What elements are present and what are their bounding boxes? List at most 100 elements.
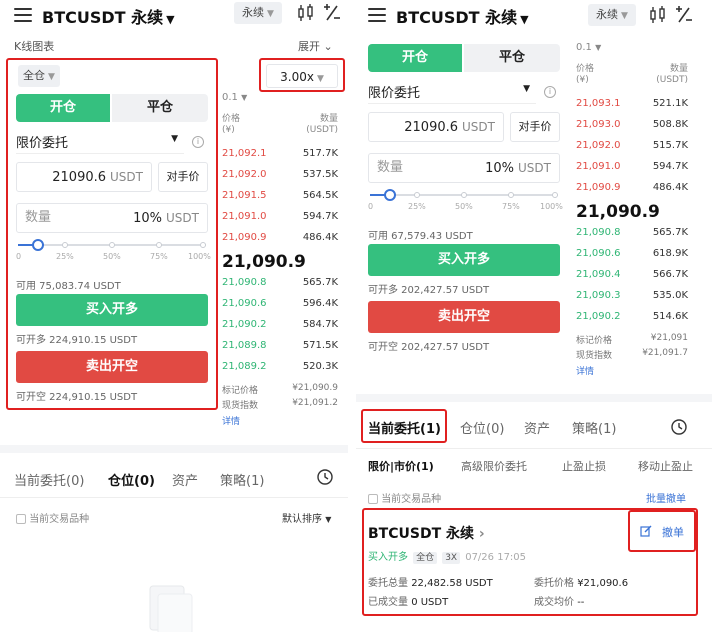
subtab-advanced-limit[interactable]: 高级限价委托 xyxy=(461,458,527,474)
leverage-select[interactable]: 3.00x ▼ xyxy=(266,64,338,88)
subtab-trailing-stop[interactable]: 移动止盈止 xyxy=(638,458,693,474)
margin-mode-select[interactable]: 全仓 ▼ xyxy=(18,65,60,87)
chevron-down-icon: ⌄ xyxy=(323,40,333,53)
quantity-input[interactable]: 数量 10% USDT xyxy=(16,203,208,233)
symbol-title[interactable]: BTCUSDT 永续 ▼ xyxy=(42,4,175,28)
calculator-icon[interactable] xyxy=(674,5,694,25)
last-price: 21,090.9 xyxy=(576,202,660,222)
info-icon[interactable]: i xyxy=(544,86,556,98)
order-time: 07/26 17:05 xyxy=(465,552,527,563)
slider-handle[interactable] xyxy=(32,239,44,251)
order-type-select[interactable]: 限价委托 ▼ xyxy=(16,132,184,154)
sell-open-short-button[interactable]: 卖出开空 xyxy=(16,351,208,383)
chevron-down-icon: ▼ xyxy=(171,134,178,144)
calculator-icon[interactable] xyxy=(322,3,342,23)
buy-open-long-button[interactable]: 买入开多 xyxy=(368,244,560,276)
mark-price-row: 标记价格 ¥21,090.9 xyxy=(222,383,338,396)
menu-icon[interactable] xyxy=(368,8,386,22)
expand-button[interactable]: 展开 ⌄ xyxy=(298,38,333,54)
current-symbol-filter[interactable]: 当前交易品种 xyxy=(16,510,89,525)
buy-open-long-button[interactable]: 买入开多 xyxy=(16,294,208,326)
order-side: 买入开多 xyxy=(368,552,408,563)
quantity-input[interactable]: 数量 10% USDT xyxy=(368,153,560,183)
right-screenshot: BTCUSDT 永续 ▼ 永续 ▼ 开仓 平仓 限价委托 ▼ i 21090.6 US… xyxy=(356,0,712,632)
price-input[interactable]: 21090.6 USDT xyxy=(368,112,504,142)
tab-close[interactable]: 平仓 xyxy=(112,94,208,122)
tab-open[interactable]: 开仓 xyxy=(368,44,462,72)
position-tabs: 当前委托(0) 仓位(0) 资产 策略(1) xyxy=(14,470,344,490)
chevron-down-icon: ▼ xyxy=(241,93,248,102)
order-tags: 买入开多 全仓 3X 07/26 17:05 xyxy=(368,545,526,564)
precision-select[interactable]: 0.1 ▼ xyxy=(576,42,601,53)
tab-open[interactable]: 开仓 xyxy=(16,94,110,122)
candlestick-icon[interactable] xyxy=(648,5,668,25)
can-open-short: 可开空 224,910.15 USDT xyxy=(16,392,138,403)
cancel-order-button[interactable]: 撤单 xyxy=(662,524,684,540)
tab-strategies[interactable]: 策略(1) xyxy=(572,418,616,437)
order-leverage: 3X xyxy=(442,552,461,564)
chevron-right-icon: › xyxy=(478,526,485,542)
slider-handle[interactable] xyxy=(384,189,396,201)
counter-price-button[interactable]: 对手价 xyxy=(510,112,560,142)
order-price: 委托价格 ¥21,090.6 xyxy=(534,578,629,589)
orderbook: 0.1 ▼ 价格 (¥) 数量 (USDT) 21,093.1 521.1K 21,0… xyxy=(576,42,688,377)
tab-positions[interactable]: 仓位(0) xyxy=(108,470,155,489)
tab-current-orders[interactable]: 当前委托(1) xyxy=(368,418,441,437)
symbol-title[interactable]: BTCUSDT 永续 ▼ xyxy=(396,4,529,28)
sell-open-short-button[interactable]: 卖出开空 xyxy=(368,301,560,333)
menu-icon[interactable] xyxy=(14,8,32,22)
order-type-select[interactable]: 限价委托 ▼ xyxy=(368,82,536,104)
info-icon[interactable]: i xyxy=(192,136,204,148)
kline-label: K线图表 xyxy=(14,40,55,53)
tab-strategies[interactable]: 策略(1) xyxy=(220,470,264,489)
order-avg-price: 成交均价 -- xyxy=(534,597,585,608)
order-amount: 委托总量 22,482.58 USDT xyxy=(368,578,493,589)
sort-select[interactable]: 默认排序 ▼ xyxy=(282,510,331,525)
order-subtabs: 限价|市价(1) 高级限价委托 止盈止损 移动止盈止 xyxy=(368,458,712,476)
price-header: 价格 (¥) xyxy=(576,64,595,85)
order-filled: 已成交量 0 USDT xyxy=(368,597,449,608)
details-link[interactable]: 详情 xyxy=(576,364,594,377)
quantity-slider[interactable]: 0 25% 50% 75% 100% xyxy=(368,188,563,212)
qty-header: 数量 (USDT) xyxy=(306,114,338,135)
subtab-limit-market[interactable]: 限价|市价(1) xyxy=(368,458,434,474)
candlestick-icon[interactable] xyxy=(296,3,316,23)
chevron-down-icon: ▼ xyxy=(316,74,324,84)
chevron-down-icon: ▼ xyxy=(166,13,175,26)
order-symbol[interactable]: BTCUSDT 永续 › xyxy=(368,523,485,543)
chevron-down-icon: ▼ xyxy=(325,515,332,524)
orderbook: 0.1 ▼ 价格 (¥) 数量 (USDT) 21,092.1 517.7K 21,0… xyxy=(222,92,338,427)
checkbox-icon[interactable] xyxy=(16,514,26,524)
subtab-tp-sl[interactable]: 止盈止损 xyxy=(562,458,606,474)
last-price: 21,090.9 xyxy=(222,252,306,272)
section-divider xyxy=(0,445,348,453)
contract-type-select[interactable]: 永续 ▼ xyxy=(588,4,636,26)
chevron-down-icon: ▼ xyxy=(621,11,628,21)
tab-positions[interactable]: 仓位(0) xyxy=(460,418,504,437)
history-icon[interactable] xyxy=(316,468,334,486)
counter-price-button[interactable]: 对手价 xyxy=(158,162,208,192)
quantity-slider[interactable]: 0 25% 50% 75% 100% xyxy=(16,238,211,262)
qty-header: 数量 (USDT) xyxy=(656,64,688,85)
current-symbol-filter[interactable]: 当前交易品种 xyxy=(368,490,441,505)
tab-current-orders[interactable]: 当前委托(0) xyxy=(14,470,84,489)
order-margin: 全仓 xyxy=(413,552,438,564)
edit-icon[interactable] xyxy=(640,525,652,537)
available-balance: 可用 67,579.43 USDT xyxy=(368,231,473,242)
tab-assets[interactable]: 资产 xyxy=(172,470,198,489)
price-header: 价格 (¥) xyxy=(222,114,241,135)
checkbox-icon[interactable] xyxy=(368,494,378,504)
tab-assets[interactable]: 资产 xyxy=(524,418,550,437)
price-input[interactable]: 21090.6 USDT xyxy=(16,162,152,192)
contract-type-select[interactable]: 永续 ▼ xyxy=(234,2,282,24)
precision-select[interactable]: 0.1 ▼ xyxy=(222,92,247,103)
chevron-down-icon: ▼ xyxy=(48,72,55,82)
can-open-long: 可开多 202,427.57 USDT xyxy=(368,285,490,296)
details-link[interactable]: 详情 xyxy=(222,414,240,427)
chevron-down-icon: ▼ xyxy=(595,43,602,52)
can-open-short: 可开空 202,427.57 USDT xyxy=(368,342,490,353)
history-icon[interactable] xyxy=(670,418,688,436)
tab-close[interactable]: 平仓 xyxy=(464,44,560,72)
batch-cancel-link[interactable]: 批量撤单 xyxy=(646,490,686,505)
index-price-row: 现货指数 ¥21,091.7 xyxy=(576,348,688,361)
